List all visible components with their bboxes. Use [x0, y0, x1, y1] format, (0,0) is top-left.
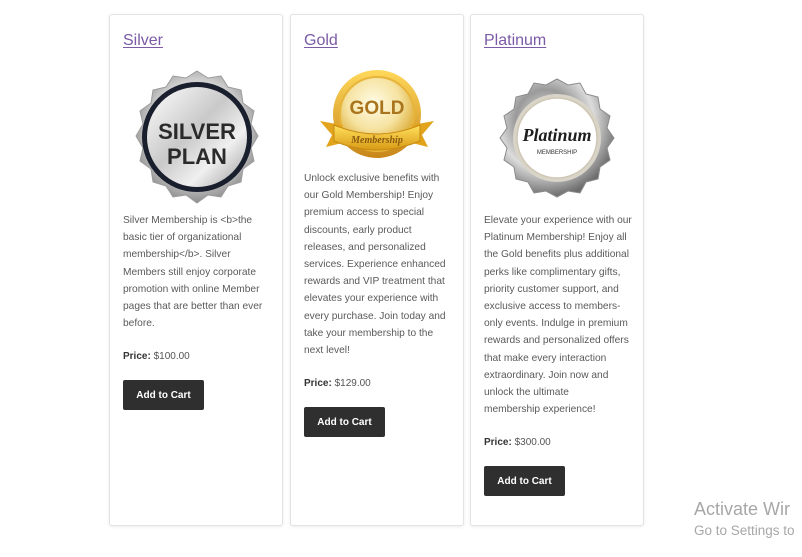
- plan-card-platinum: Platinum Platinum MEMBERSHIP Elevate you…: [470, 14, 644, 526]
- watermark-subtitle: Go to Settings to: [694, 523, 795, 538]
- plan-description: Silver Membership is <b>the basic tier o…: [123, 215, 263, 330]
- plan-description: Elevate your experience with our Platinu…: [484, 215, 632, 416]
- price-value: $129.00: [334, 378, 371, 389]
- plan-title-link[interactable]: Gold: [304, 32, 338, 50]
- badge-text-line1: SILVER: [158, 119, 236, 144]
- badge-text-line2: PLAN: [167, 144, 227, 169]
- watermark-title: Activate Wir: [694, 499, 791, 519]
- add-to-cart-button[interactable]: Add to Cart: [304, 407, 385, 437]
- price-label: Price:: [304, 378, 332, 389]
- plan-card-gold: Gold GOLD Membership Unlock exclusive be…: [290, 14, 464, 526]
- plan-price: Price: $129.00: [304, 378, 371, 389]
- plan-price: Price: $300.00: [484, 437, 551, 448]
- plan-title-link[interactable]: Silver: [123, 32, 163, 50]
- price-value: $100.00: [153, 351, 190, 362]
- gold-medal-icon: GOLD Membership: [312, 69, 442, 164]
- activation-watermark: Activate Wir Go to Settings to: [694, 497, 795, 540]
- platinum-seal-icon: Platinum MEMBERSHIP: [496, 77, 618, 199]
- badge-text-line2: Membership: [350, 135, 403, 146]
- plan-title-link[interactable]: Platinum: [484, 32, 546, 50]
- add-to-cart-button[interactable]: Add to Cart: [123, 380, 204, 410]
- add-to-cart-button[interactable]: Add to Cart: [484, 466, 565, 496]
- price-label: Price:: [484, 437, 512, 448]
- plan-price: Price: $100.00: [123, 351, 190, 362]
- plan-card-silver: Silver SILVER PLAN Silver Membership is …: [109, 14, 283, 526]
- badge-text-line1: GOLD: [350, 98, 405, 119]
- silver-seal-icon: SILVER PLAN: [127, 69, 267, 205]
- badge-text-line1: Platinum: [521, 125, 591, 145]
- price-label: Price:: [123, 351, 151, 362]
- badge-text-line2: MEMBERSHIP: [537, 150, 577, 156]
- plan-description: Unlock exclusive benefits with our Gold …: [304, 173, 446, 357]
- price-value: $300.00: [514, 437, 551, 448]
